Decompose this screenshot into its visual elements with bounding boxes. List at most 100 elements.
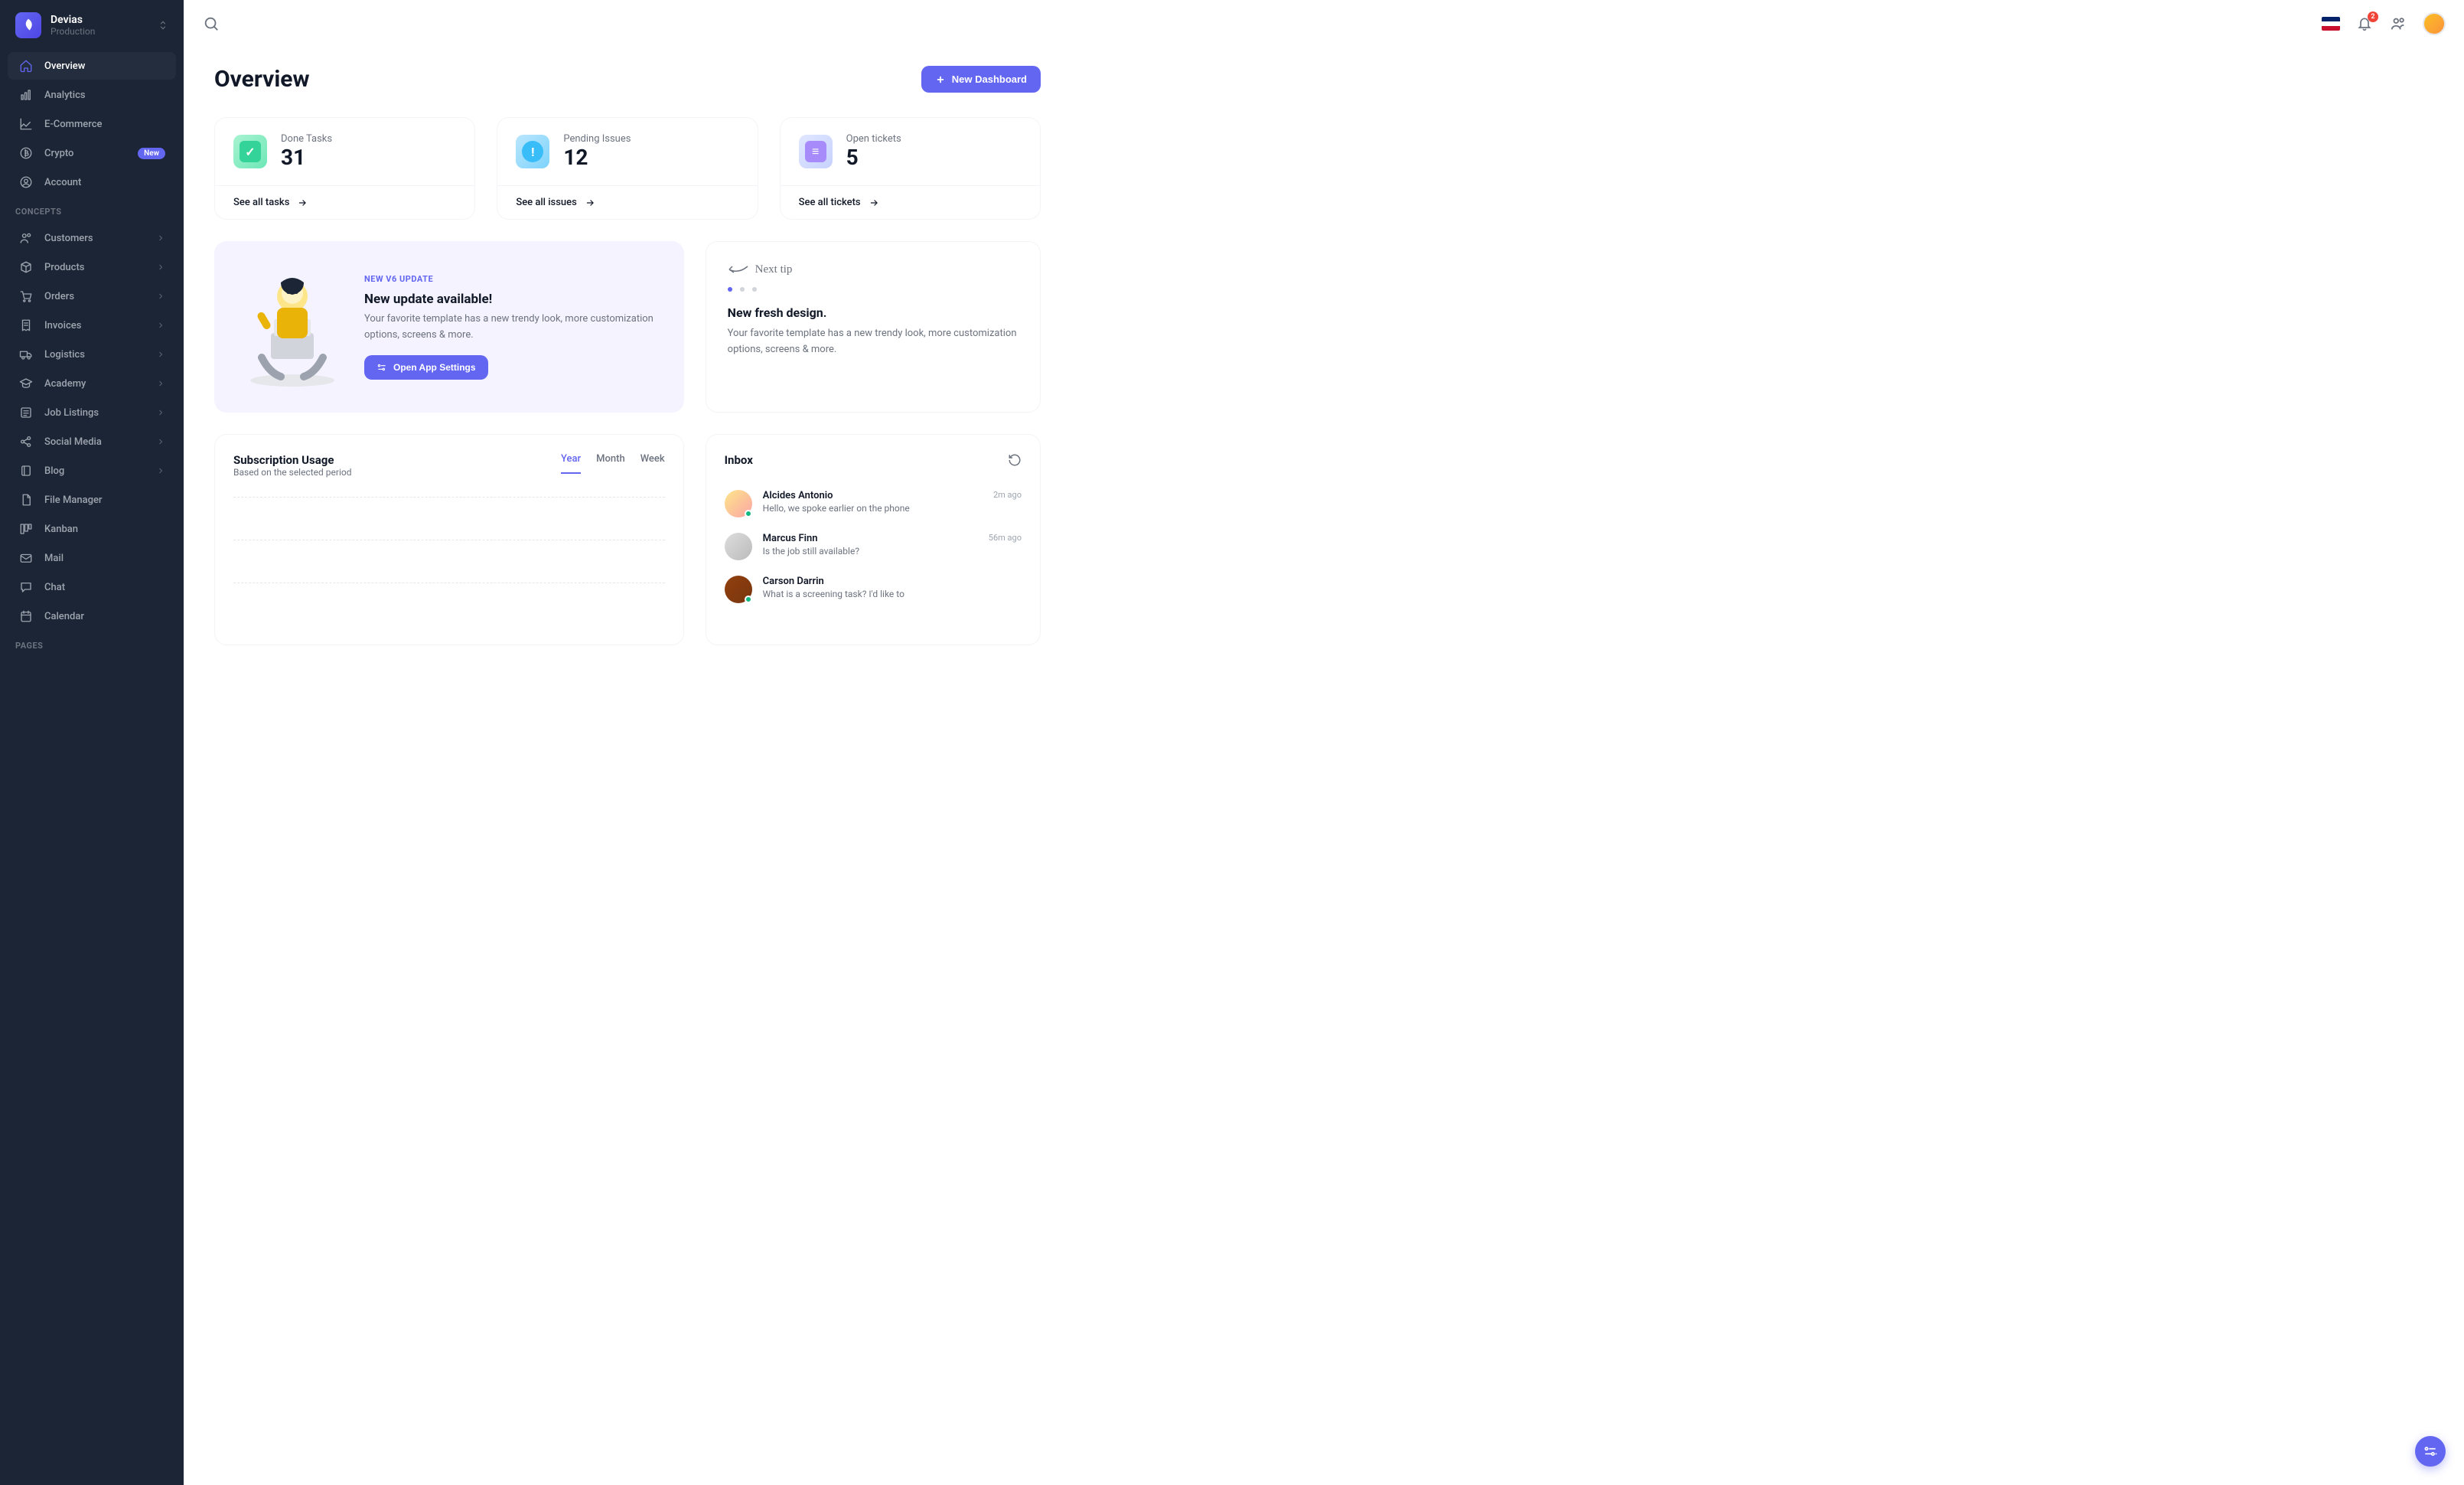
inbox-message: Hello, we spoke earlier on the phone bbox=[763, 503, 983, 514]
search-button[interactable] bbox=[202, 15, 220, 33]
contacts-button[interactable] bbox=[2389, 15, 2407, 33]
sidebar-item-products[interactable]: Products bbox=[8, 253, 176, 281]
chat-icon bbox=[18, 579, 34, 595]
subscription-usage-card: Subscription Usage Based on the selected… bbox=[214, 434, 684, 645]
chart-title: Subscription Usage bbox=[233, 453, 351, 467]
promo-title: New update available! bbox=[364, 292, 660, 307]
sidebar-item-label: Crypto bbox=[44, 148, 138, 159]
chevron-right-icon bbox=[156, 292, 165, 301]
tip-pagination-dots[interactable] bbox=[728, 287, 1019, 292]
sidebar-item-academy[interactable]: Academy bbox=[8, 370, 176, 397]
online-indicator-icon bbox=[745, 596, 752, 603]
brand-switcher[interactable]: Devias Production bbox=[0, 0, 184, 51]
chevron-right-icon bbox=[156, 263, 165, 272]
promo-card: NEW V6 UPDATE New update available! Your… bbox=[214, 241, 684, 413]
refresh-button[interactable] bbox=[1008, 453, 1022, 467]
mail-icon bbox=[18, 550, 34, 566]
bar-chart-icon bbox=[18, 87, 34, 103]
notifications-button[interactable]: 2 bbox=[2355, 15, 2374, 33]
avatar bbox=[725, 490, 752, 517]
sidebar-item-logistics[interactable]: Logistics bbox=[8, 341, 176, 368]
tip-card: Next tip New fresh design. Your favorite… bbox=[706, 241, 1041, 413]
tip-dot[interactable] bbox=[740, 287, 745, 292]
nav-section-label: CONCEPTS bbox=[0, 197, 184, 223]
book-icon bbox=[18, 463, 34, 478]
brand-name: Devias bbox=[51, 14, 95, 26]
sidebar-item-orders[interactable]: Orders bbox=[8, 282, 176, 310]
stat-label: Open tickets bbox=[846, 133, 901, 145]
sidebar-item-chat[interactable]: Chat bbox=[8, 573, 176, 601]
tip-dot[interactable] bbox=[752, 287, 757, 292]
inbox-item[interactable]: Alcides Antonio Hello, we spoke earlier o… bbox=[725, 482, 1022, 525]
stat-link-label: See all issues bbox=[516, 197, 576, 208]
stat-icon: ≡ bbox=[799, 135, 833, 168]
sidebar-item-invoices[interactable]: Invoices bbox=[8, 312, 176, 339]
sidebar-item-overview[interactable]: Overview bbox=[8, 52, 176, 80]
stat-link-label: See all tickets bbox=[799, 197, 861, 208]
truck-icon bbox=[18, 347, 34, 362]
columns-icon bbox=[18, 521, 34, 537]
user-circle-icon bbox=[18, 175, 34, 190]
cart-icon bbox=[18, 289, 34, 304]
chevron-right-icon bbox=[156, 350, 165, 359]
inbox-title: Inbox bbox=[725, 453, 753, 467]
receipt-icon bbox=[18, 318, 34, 333]
open-settings-label: Open App Settings bbox=[393, 362, 476, 373]
new-dashboard-label: New Dashboard bbox=[952, 73, 1027, 85]
tip-dot[interactable] bbox=[728, 287, 732, 292]
sidebar-item-label: Mail bbox=[44, 553, 165, 564]
new-dashboard-button[interactable]: New Dashboard bbox=[921, 66, 1041, 93]
chart-line-icon bbox=[18, 116, 34, 132]
inbox-item[interactable]: Carson DarrinWhat is a screening task? I… bbox=[725, 568, 1022, 611]
chevron-right-icon bbox=[156, 379, 165, 388]
settings-fab[interactable] bbox=[2415, 1436, 2446, 1467]
tip-title: New fresh design. bbox=[728, 305, 1019, 320]
stat-icon: ✓ bbox=[233, 135, 267, 168]
avatar bbox=[725, 576, 752, 603]
file-icon bbox=[18, 492, 34, 508]
stat-card-done-tasks: ✓Done Tasks31See all tasks bbox=[214, 117, 475, 220]
sidebar-item-label: Calendar bbox=[44, 611, 165, 622]
nav-section-label: PAGES bbox=[0, 632, 184, 657]
sidebar-item-customers[interactable]: Customers bbox=[8, 224, 176, 252]
sidebar-item-label: Social Media bbox=[44, 436, 156, 448]
promo-eyebrow: NEW V6 UPDATE bbox=[364, 274, 660, 284]
open-settings-button[interactable]: Open App Settings bbox=[364, 355, 488, 380]
sidebar-item-file-manager[interactable]: File Manager bbox=[8, 486, 176, 514]
inbox-name: Alcides Antonio bbox=[763, 490, 983, 501]
user-avatar[interactable] bbox=[2423, 12, 2446, 35]
sidebar-item-label: E-Commerce bbox=[44, 119, 165, 130]
language-flag-icon[interactable] bbox=[2322, 17, 2340, 31]
chart-tab-week[interactable]: Week bbox=[640, 453, 665, 474]
stat-link[interactable]: See all tickets bbox=[799, 197, 1022, 208]
chart-tab-month[interactable]: Month bbox=[596, 453, 625, 474]
chart-subtitle: Based on the selected period bbox=[233, 467, 351, 478]
sidebar-item-label: Invoices bbox=[44, 320, 156, 331]
sidebar-item-analytics[interactable]: Analytics bbox=[8, 81, 176, 109]
nav-badge: New bbox=[138, 148, 165, 159]
avatar bbox=[725, 533, 752, 560]
sidebar-item-job-listings[interactable]: Job Listings bbox=[8, 399, 176, 426]
sidebar-item-label: Kanban bbox=[44, 524, 165, 535]
sidebar-item-kanban[interactable]: Kanban bbox=[8, 515, 176, 543]
inbox-card: Inbox Alcides Antonio Hello, we spoke ear… bbox=[706, 434, 1041, 645]
stat-link[interactable]: See all tasks bbox=[233, 197, 456, 208]
calendar-icon bbox=[18, 609, 34, 624]
inbox-item[interactable]: Marcus FinnIs the job still available?56… bbox=[725, 525, 1022, 568]
sidebar-item-social-media[interactable]: Social Media bbox=[8, 428, 176, 455]
list-icon bbox=[18, 405, 34, 420]
chevron-right-icon bbox=[156, 321, 165, 330]
sidebar-item-account[interactable]: Account bbox=[8, 168, 176, 196]
sidebar-item-blog[interactable]: Blog bbox=[8, 457, 176, 485]
sidebar-item-calendar[interactable]: Calendar bbox=[8, 602, 176, 630]
stat-link[interactable]: See all issues bbox=[516, 197, 738, 208]
chart-tab-year[interactable]: Year bbox=[561, 453, 581, 474]
sidebar-item-e-commerce[interactable]: E-Commerce bbox=[8, 110, 176, 138]
sidebar-item-label: Customers bbox=[44, 233, 156, 244]
sidebar-item-label: Overview bbox=[44, 60, 165, 72]
sidebar-item-label: Blog bbox=[44, 465, 156, 477]
sidebar-item-mail[interactable]: Mail bbox=[8, 544, 176, 572]
inbox-name: Marcus Finn bbox=[763, 533, 978, 544]
sidebar-item-crypto[interactable]: CryptoNew bbox=[8, 139, 176, 167]
brand-logo bbox=[15, 12, 41, 38]
